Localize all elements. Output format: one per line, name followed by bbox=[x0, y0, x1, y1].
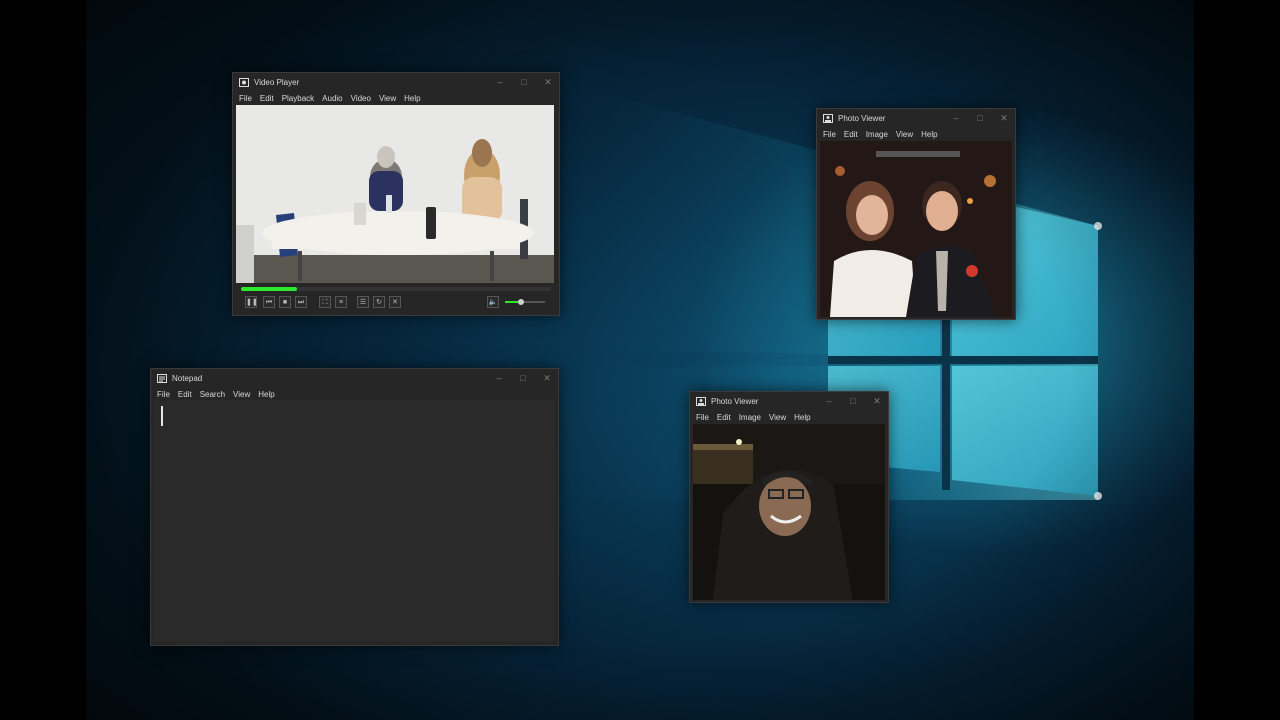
menu-edit[interactable]: Edit bbox=[260, 94, 274, 103]
minimize-button[interactable]: – bbox=[494, 373, 504, 384]
couple-photo[interactable] bbox=[820, 141, 1012, 317]
notepad-icon bbox=[157, 373, 167, 383]
menu-bar: File Edit Image View Help bbox=[817, 127, 1015, 141]
window-title: Video Player bbox=[254, 77, 300, 87]
maximize-button[interactable]: □ bbox=[848, 396, 858, 407]
video-player-window[interactable]: Video Player – □ ✕ File Edit Playback Au… bbox=[232, 72, 560, 316]
minimize-button[interactable]: – bbox=[824, 396, 834, 407]
photo-viewer-titlebar[interactable]: Photo Viewer – □ ✕ bbox=[817, 109, 1015, 127]
stop-button[interactable]: ■ bbox=[279, 296, 291, 308]
menu-help[interactable]: Help bbox=[258, 390, 274, 399]
menu-help[interactable]: Help bbox=[921, 130, 937, 139]
menu-bar: File Edit Image View Help bbox=[690, 410, 888, 424]
menu-edit[interactable]: Edit bbox=[178, 390, 192, 399]
close-button[interactable]: ✕ bbox=[999, 113, 1009, 124]
text-caret bbox=[161, 406, 163, 426]
notepad-text-area[interactable] bbox=[154, 401, 555, 642]
pause-button[interactable]: ❚❚ bbox=[245, 296, 258, 308]
window-title: Photo Viewer bbox=[838, 113, 886, 123]
close-button[interactable]: ✕ bbox=[872, 396, 882, 407]
menu-bar: File Edit Search View Help bbox=[151, 387, 558, 401]
menu-view[interactable]: View bbox=[233, 390, 250, 399]
menu-edit[interactable]: Edit bbox=[844, 130, 858, 139]
menu-image[interactable]: Image bbox=[866, 130, 888, 139]
previous-button[interactable]: ⏮ bbox=[263, 296, 275, 308]
maximize-button[interactable]: □ bbox=[518, 373, 528, 384]
window-title: Photo Viewer bbox=[711, 396, 759, 406]
menu-video[interactable]: Video bbox=[351, 94, 371, 103]
menu-help[interactable]: Help bbox=[404, 94, 420, 103]
fullscreen-button[interactable]: ⛶ bbox=[319, 296, 331, 308]
hooded-man-photo[interactable] bbox=[693, 424, 885, 600]
menu-file[interactable]: File bbox=[823, 130, 836, 139]
photo-viewer-window-2[interactable]: Photo Viewer – □ ✕ File Edit Image View … bbox=[689, 391, 889, 603]
photo-icon bbox=[696, 396, 706, 406]
menu-audio[interactable]: Audio bbox=[322, 94, 342, 103]
maximize-button[interactable]: □ bbox=[519, 77, 529, 88]
next-button[interactable]: ⏭ bbox=[295, 296, 307, 308]
menu-file[interactable]: File bbox=[696, 413, 709, 422]
menu-bar: File Edit Playback Audio Video View Help bbox=[233, 91, 559, 105]
close-button[interactable]: ✕ bbox=[543, 77, 553, 88]
menu-playback[interactable]: Playback bbox=[282, 94, 314, 103]
maximize-button[interactable]: □ bbox=[975, 113, 985, 124]
menu-image[interactable]: Image bbox=[739, 413, 761, 422]
photo-icon bbox=[823, 113, 833, 123]
loop-button[interactable]: ↻ bbox=[373, 296, 385, 308]
playlist-button[interactable]: ☰ bbox=[357, 296, 369, 308]
volume-slider[interactable] bbox=[505, 299, 545, 305]
notepad-window[interactable]: Notepad – □ ✕ File Edit Search View Help bbox=[150, 368, 559, 646]
close-button[interactable]: ✕ bbox=[542, 373, 552, 384]
notepad-titlebar[interactable]: Notepad – □ ✕ bbox=[151, 369, 558, 387]
menu-search[interactable]: Search bbox=[200, 390, 225, 399]
equalizer-button[interactable]: ≡ bbox=[335, 296, 347, 308]
shuffle-button[interactable]: ✕ bbox=[389, 296, 401, 308]
video-player-titlebar[interactable]: Video Player – □ ✕ bbox=[233, 73, 559, 91]
minimize-button[interactable]: – bbox=[495, 77, 505, 88]
photo-viewer-window-1[interactable]: Photo Viewer – □ ✕ File Edit Image View … bbox=[816, 108, 1016, 320]
camera-icon bbox=[239, 77, 249, 87]
window-title: Notepad bbox=[172, 373, 203, 383]
menu-file[interactable]: File bbox=[157, 390, 170, 399]
minimize-button[interactable]: – bbox=[951, 113, 961, 124]
volume-knob[interactable] bbox=[518, 299, 524, 305]
menu-view[interactable]: View bbox=[379, 94, 396, 103]
menu-edit[interactable]: Edit bbox=[717, 413, 731, 422]
playback-controls: ❚❚ ⏮ ■ ⏭ ⛶ ≡ ☰ ↻ ✕ 🔈 bbox=[233, 285, 559, 315]
menu-help[interactable]: Help bbox=[794, 413, 810, 422]
video-frame[interactable] bbox=[236, 105, 554, 283]
seek-bar[interactable] bbox=[241, 287, 551, 291]
menu-file[interactable]: File bbox=[239, 94, 252, 103]
volume-icon[interactable]: 🔈 bbox=[487, 296, 499, 308]
menu-view[interactable]: View bbox=[769, 413, 786, 422]
seek-progress bbox=[241, 287, 297, 291]
photo-viewer-titlebar[interactable]: Photo Viewer – □ ✕ bbox=[690, 392, 888, 410]
menu-view[interactable]: View bbox=[896, 130, 913, 139]
